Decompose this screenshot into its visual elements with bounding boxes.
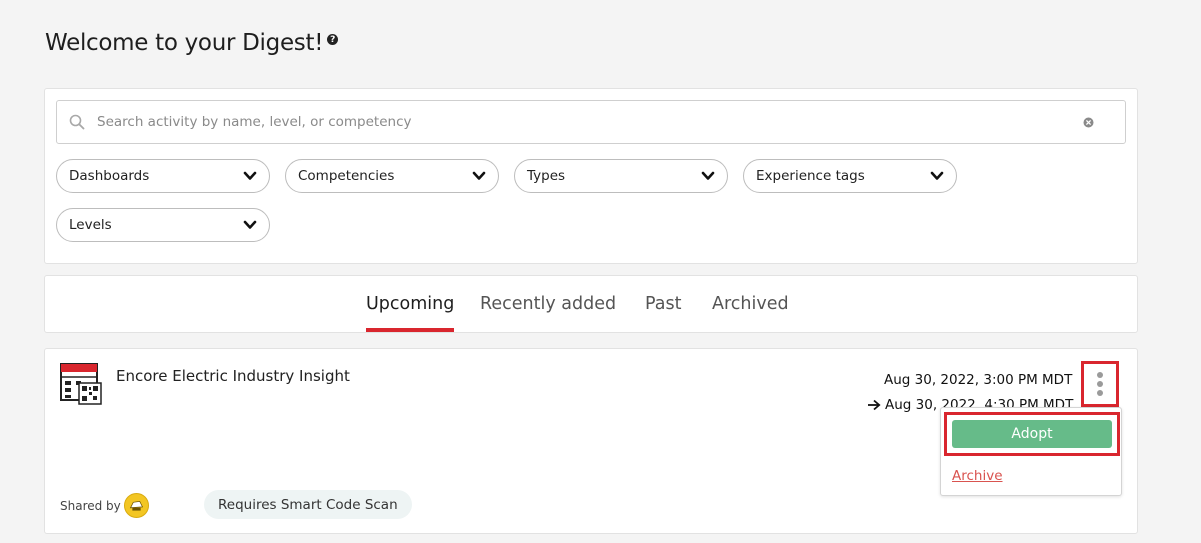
kebab-dot xyxy=(1097,372,1103,378)
more-options-button[interactable] xyxy=(1081,361,1119,407)
help-icon[interactable]: ? xyxy=(327,34,339,45)
tab-past[interactable]: Past xyxy=(645,294,681,332)
adopt-highlight: Adopt xyxy=(944,412,1120,456)
shared-by-label: Shared by xyxy=(60,499,121,513)
search-box[interactable] xyxy=(56,100,1126,144)
kebab-dot xyxy=(1097,390,1103,396)
clear-search-icon[interactable] xyxy=(1083,117,1094,128)
dropdown-label: Types xyxy=(527,168,566,184)
requirement-tag: Requires Smart Code Scan xyxy=(204,490,412,519)
activity-title[interactable]: Encore Electric Industry Insight xyxy=(116,367,350,385)
dropdown-label: Levels xyxy=(69,217,112,233)
page-title: Welcome to your Digest! ? xyxy=(45,30,339,56)
tab-bar: Upcoming Recently added Past Archived xyxy=(44,275,1138,333)
types-dropdown[interactable]: Types xyxy=(514,159,728,193)
dropdown-label: Competencies xyxy=(298,168,395,184)
chevron-down-icon xyxy=(243,220,257,229)
dashboards-dropdown[interactable]: Dashboards xyxy=(56,159,270,193)
competencies-dropdown[interactable]: Competencies xyxy=(285,159,499,193)
chevron-down-icon xyxy=(701,171,715,180)
archive-link[interactable]: Archive xyxy=(952,468,1003,484)
search-input[interactable] xyxy=(97,101,1057,143)
kebab-dot xyxy=(1097,381,1103,387)
options-menu: Adopt Archive xyxy=(940,407,1122,496)
search-icon xyxy=(69,114,85,130)
adopt-button[interactable]: Adopt xyxy=(952,420,1112,448)
page-title-text: Welcome to your Digest! xyxy=(45,30,324,56)
tab-archived[interactable]: Archived xyxy=(712,294,789,332)
avatar[interactable] xyxy=(124,493,149,518)
arrow-right-icon xyxy=(868,399,881,411)
chevron-down-icon xyxy=(243,171,257,180)
start-date: Aug 30, 2022, 3:00 PM MDT xyxy=(884,372,1073,388)
chevron-down-icon xyxy=(472,171,486,180)
chevron-down-icon xyxy=(930,171,944,180)
filter-panel: Dashboards Competencies Types Experience… xyxy=(44,88,1138,264)
dropdown-label: Experience tags xyxy=(756,168,865,184)
tab-recently-added[interactable]: Recently added xyxy=(480,294,616,332)
calendar-qr-icon xyxy=(60,363,102,405)
levels-dropdown[interactable]: Levels xyxy=(56,208,270,242)
dropdown-label: Dashboards xyxy=(69,168,150,184)
experience-tags-dropdown[interactable]: Experience tags xyxy=(743,159,957,193)
tab-upcoming[interactable]: Upcoming xyxy=(366,294,455,332)
